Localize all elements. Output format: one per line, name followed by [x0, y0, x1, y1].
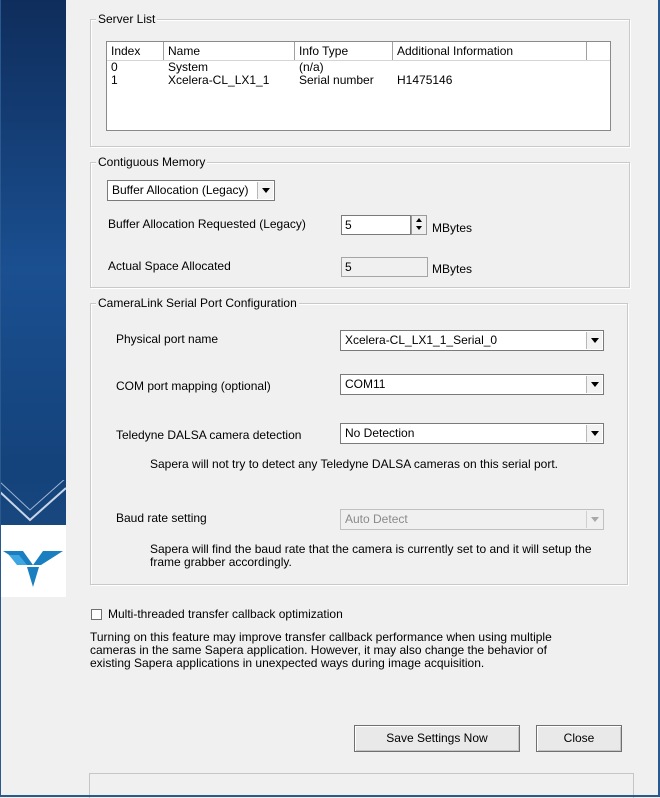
buffer-requested-input[interactable]: 5: [341, 215, 411, 235]
chevron-decoration-icon: [0, 480, 66, 522]
server-listview[interactable]: Index Name Info Type Additional Informat…: [106, 41, 611, 131]
column-header-additional-info[interactable]: Additional Information: [393, 42, 587, 60]
actual-space-label: Actual Space Allocated: [108, 259, 231, 273]
actual-space-value: 5: [345, 260, 352, 274]
contiguous-memory-legend: Contiguous Memory: [96, 155, 208, 169]
baud-rate-label: Baud rate setting: [116, 511, 207, 525]
cell-additional-info: H1475146: [397, 73, 453, 87]
camera-detection-value: No Detection: [345, 426, 415, 440]
baud-rate-value: Auto Detect: [345, 512, 408, 526]
save-settings-button[interactable]: Save Settings Now: [354, 725, 520, 752]
multithread-note-line-3: existing Sapera applications in unexpect…: [90, 656, 485, 670]
chevron-down-icon[interactable]: [586, 511, 602, 528]
com-port-value: COM11: [345, 377, 386, 391]
branding-strip: [0, 0, 66, 597]
com-port-label: COM port mapping (optional): [116, 379, 271, 393]
teledyne-logo-icon: [3, 551, 63, 587]
buffer-requested-stepper[interactable]: [411, 215, 427, 235]
spin-up-icon[interactable]: [412, 216, 426, 224]
camera-detection-label: Teledyne DALSA camera detection: [116, 428, 302, 442]
spin-down-icon[interactable]: [412, 224, 426, 232]
memory-mode-select[interactable]: Buffer Allocation (Legacy): [107, 180, 275, 201]
multithread-label[interactable]: Multi-threaded transfer callback optimiz…: [108, 607, 343, 621]
actual-space-field: 5: [341, 257, 428, 277]
logo-panel: [0, 525, 66, 597]
server-list-legend: Server List: [96, 12, 158, 26]
buffer-requested-label: Buffer Allocation Requested (Legacy): [108, 217, 306, 231]
camera-detection-select[interactable]: No Detection: [340, 423, 604, 444]
buffer-requested-value: 5: [345, 218, 352, 232]
close-button[interactable]: Close: [536, 725, 622, 752]
memory-mode-value: Buffer Allocation (Legacy): [112, 183, 249, 197]
chevron-down-icon[interactable]: [586, 332, 602, 349]
buffer-requested-unit: MBytes: [432, 221, 473, 235]
cell-index: 1: [111, 73, 118, 87]
multithread-note: Turning on this feature may improve tran…: [90, 631, 630, 670]
com-port-select[interactable]: COM11: [340, 374, 604, 395]
table-row[interactable]: 1 Xcelera-CL_LX1_1 Serial number H147514…: [107, 74, 610, 87]
camera-detection-note: Sapera will not try to detect any Teledy…: [150, 457, 558, 471]
actual-space-unit: MBytes: [432, 262, 473, 276]
chevron-down-icon[interactable]: [257, 182, 273, 199]
cameralink-legend: CameraLink Serial Port Configuration: [96, 296, 299, 310]
port-name-label: Physical port name: [116, 332, 219, 346]
chevron-down-icon[interactable]: [586, 425, 602, 442]
cell-name: Xcelera-CL_LX1_1: [168, 73, 270, 87]
baud-rate-note-line-2: frame grabber accordingly.: [150, 555, 292, 569]
listview-header: Index Name Info Type Additional Informat…: [107, 42, 610, 61]
port-name-select[interactable]: Xcelera-CL_LX1_1_Serial_0: [340, 330, 604, 351]
status-panel: [89, 773, 634, 798]
column-header-name[interactable]: Name: [164, 42, 295, 60]
chevron-down-icon[interactable]: [586, 376, 602, 393]
port-name-value: Xcelera-CL_LX1_1_Serial_0: [345, 333, 498, 347]
column-header-index[interactable]: Index: [107, 42, 164, 60]
column-header-info-type[interactable]: Info Type: [295, 42, 393, 60]
baud-rate-note: Sapera will find the baud rate that the …: [150, 543, 610, 569]
baud-rate-select[interactable]: Auto Detect: [340, 509, 604, 530]
cell-info-type: Serial number: [299, 73, 374, 87]
multithread-checkbox[interactable]: [91, 609, 102, 620]
